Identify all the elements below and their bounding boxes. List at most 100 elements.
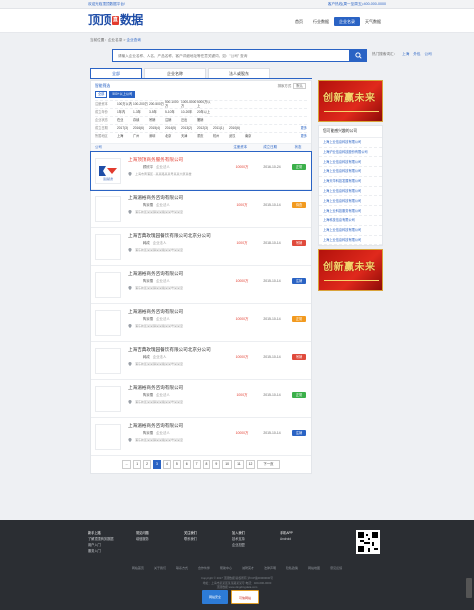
recommend-item[interactable]: 上海上业信息科技有限公司 <box>319 167 382 177</box>
company-logo[interactable] <box>95 234 121 260</box>
footer-bottom-link[interactable]: 法律声明 <box>264 566 276 570</box>
page-number[interactable]: 6 <box>182 460 191 469</box>
footer-bottom-link[interactable]: 意见反馈 <box>330 566 342 570</box>
page-number[interactable]: 4 <box>162 460 171 469</box>
footer-link[interactable]: 企业加盟 <box>232 542 245 548</box>
company-name[interactable]: 上海吉典玫瑰园餐饮有限公司北京分公司 <box>128 347 211 353</box>
result-row[interactable]: 顶顶商务 上海顶顶商务服务有限公司 顾欣平 企业法人 上海市黄浦区...某某路某某号某某… <box>90 151 312 191</box>
filter-more-link[interactable]: 更多 <box>301 134 307 138</box>
page-number[interactable]: 11 <box>234 460 244 469</box>
legal-person-name[interactable]: 韩成 <box>143 241 150 245</box>
result-row[interactable]: 上海湄裕商务咨询有限公司 陶京雪 企业法人 浦东新区某某镇某某路某某号某某室 1000万… <box>91 380 311 418</box>
filter-option[interactable]: 2012(3) <box>197 126 213 130</box>
filter-option[interactable]: 杭州 <box>213 134 229 138</box>
recommend-item[interactable]: 上海上业信息科技有限公司 <box>319 157 382 168</box>
filter-option[interactable]: 1000-5000万 <box>181 100 197 108</box>
nav-item[interactable]: 首页 <box>290 17 308 26</box>
legal-person-name[interactable]: 陶京雪 <box>143 393 153 397</box>
filter-option[interactable]: 南京 <box>245 134 261 138</box>
recommend-item[interactable]: 上海科技信息有限公司 <box>319 216 382 226</box>
filter-option[interactable]: 1-3年 <box>133 110 149 114</box>
filter-option[interactable]: 2017(3) <box>117 126 133 130</box>
filter-option[interactable]: 迁出 <box>181 118 197 122</box>
result-row[interactable]: 上海湄裕商务咨询有限公司 陶京雪 企业法人 浦东新区某某镇某某路某某号某某室 10000… <box>91 266 311 304</box>
footer-bottom-link[interactable]: 网站首页 <box>132 566 144 570</box>
ad-banner-bottom[interactable]: 创新赢未来 <box>318 249 383 292</box>
site-logo[interactable]: 顶顶 直 数据 <box>88 13 143 28</box>
search-input[interactable] <box>113 50 349 61</box>
filter-option[interactable]: 撤销 <box>197 118 213 122</box>
tab-item[interactable]: 企业名称 <box>144 68 206 78</box>
filter-more-link[interactable]: 更多 <box>301 126 307 130</box>
recommend-item[interactable]: 上海上业信息科技有限公司 <box>319 196 382 207</box>
filter-option[interactable]: 存续 <box>133 118 149 122</box>
page-number[interactable]: 1 <box>133 460 142 469</box>
company-name[interactable]: 上海湄裕商务咨询有限公司 <box>128 385 183 391</box>
footer-bottom-link[interactable]: 隐私政策 <box>286 566 298 570</box>
recommend-item[interactable]: 上海上业信息科技有限公司 <box>319 226 382 236</box>
filter-option[interactable]: 广州 <box>133 134 149 138</box>
company-name[interactable]: 上海湄裕商务咨询有限公司 <box>128 271 183 277</box>
legal-person-name[interactable]: 陶京雪 <box>143 203 153 207</box>
nav-item[interactable]: 企业名录 <box>334 17 360 26</box>
company-logo[interactable] <box>95 196 121 222</box>
filter-option[interactable]: 2016(6) <box>133 126 149 130</box>
back-to-top-button[interactable] <box>466 578 472 598</box>
legal-person-name[interactable]: 陶京雪 <box>143 279 153 283</box>
tab-item[interactable]: 法人或股东 <box>208 68 270 78</box>
legal-person-name[interactable]: 陶京雪 <box>143 431 153 435</box>
recommend-item[interactable]: 上海上业信息科技有限公司 <box>319 236 382 246</box>
company-name[interactable]: 上海湄裕商务咨询有限公司 <box>128 423 183 429</box>
sort-value[interactable]: 默认 <box>293 83 306 89</box>
result-row[interactable]: 上海吉典玫瑰园餐饮有限公司北京分公司 韩成 企业法人 浦东新区某某镇某某路某某号某某室… <box>91 228 311 266</box>
company-logo[interactable]: 顶顶商务 <box>95 158 121 184</box>
company-logo[interactable] <box>95 310 121 336</box>
filter-option[interactable]: 20年以上 <box>197 110 213 114</box>
filter-option[interactable]: 在业 <box>117 118 133 122</box>
filter-option[interactable]: 上海 <box>117 134 133 138</box>
recommend-item[interactable]: 上海上业科技服务有限公司 <box>319 206 382 216</box>
result-row[interactable]: 上海湄裕商务咨询有限公司 陶京雪 企业法人 浦东新区某某镇某某路某某号某某室 1000万… <box>91 190 311 228</box>
search-button[interactable] <box>350 49 367 62</box>
filter-option[interactable]: 5000万以上 <box>197 100 213 108</box>
filter-option[interactable]: 深圳 <box>149 134 165 138</box>
footer-bottom-link[interactable]: 诚聘英才 <box>242 566 254 570</box>
trusted-site-badge[interactable]: 可信网站 <box>231 590 259 604</box>
filter-option[interactable]: 2015(4) <box>149 126 165 130</box>
company-name[interactable]: 上海吉典玫瑰园餐饮有限公司北京分公司 <box>128 233 211 239</box>
company-logo[interactable] <box>95 348 121 374</box>
filter-option[interactable]: 10-20年 <box>181 110 197 114</box>
page-number[interactable]: 8 <box>202 460 211 469</box>
company-name[interactable]: 上海顶顶商务服务有限公司 <box>128 157 183 163</box>
security-badge[interactable]: 网站安全 <box>202 590 228 604</box>
filter-option[interactable]: 2011(1) <box>213 126 229 130</box>
current-filter-chip[interactable]: 500+以上公司 <box>109 90 136 98</box>
company-logo[interactable] <box>95 424 121 450</box>
filter-option[interactable]: 2010(6) <box>229 126 245 130</box>
filter-option[interactable]: 5-10年 <box>165 110 181 114</box>
filter-option[interactable]: 200-500万 <box>149 102 165 106</box>
filter-option[interactable]: 北京 <box>165 134 181 138</box>
legal-person-name[interactable]: 顾欣平 <box>143 165 153 169</box>
footer-bottom-link[interactable]: 网站地图 <box>308 566 320 570</box>
filter-option[interactable]: 吊销 <box>149 118 165 122</box>
page-number[interactable]: 7 <box>192 460 201 469</box>
filter-option[interactable]: 500-1000万 <box>165 100 181 108</box>
filter-option[interactable]: 注销 <box>165 118 181 122</box>
result-row[interactable]: 上海湄裕商务咨询有限公司 陶京雪 企业法人 浦东新区某某镇某某路某某号某某室 10000… <box>91 304 311 342</box>
filter-option[interactable]: 3-5年 <box>149 110 165 114</box>
filter-option[interactable]: 天津 <box>181 134 197 138</box>
page-number[interactable]: 10 <box>222 460 233 469</box>
result-row[interactable]: 上海湄裕商务咨询有限公司 陶京雪 企业法人 浦东新区某某镇某某路某某号某某室 10000… <box>91 418 311 456</box>
sort-control[interactable]: 排序方式 默认 <box>278 83 306 89</box>
header-capital[interactable]: 注册资本 <box>225 145 255 149</box>
company-name[interactable]: 上海湄裕商务咨询有限公司 <box>128 309 183 315</box>
footer-link[interactable]: 联系我们 <box>184 536 197 542</box>
page-number[interactable]: 2 <box>143 460 152 469</box>
recommend-item[interactable]: 上海上业信息科技有限公司 <box>319 187 382 197</box>
page-number[interactable]: 3 <box>153 460 161 469</box>
page-number[interactable]: 5 <box>172 460 181 469</box>
nav-item[interactable]: 行业数据 <box>308 17 334 26</box>
page-number[interactable]: 9 <box>212 460 221 469</box>
footer-link[interactable]: 增值服务 <box>136 536 149 542</box>
